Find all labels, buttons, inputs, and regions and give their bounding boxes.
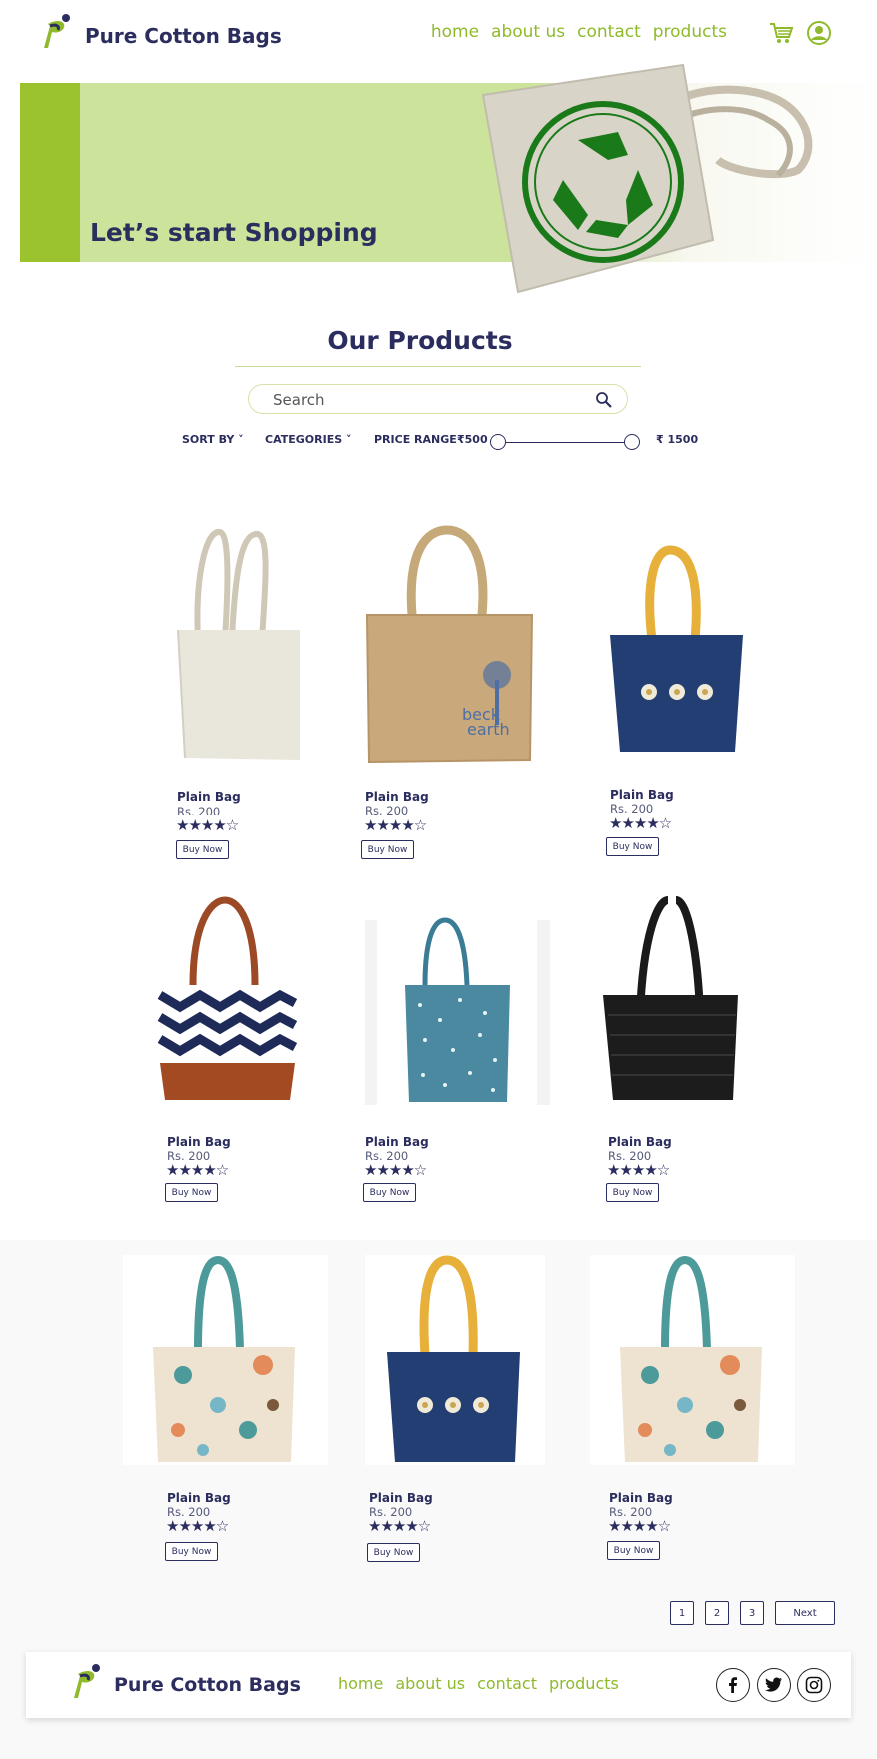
footer-nav-home[interactable]: home (338, 1674, 383, 1693)
product-image-navy-daisy-tote[interactable] (365, 1255, 545, 1465)
nav-about-us[interactable]: about us (491, 22, 565, 42)
product-name: Plain Bag (609, 1491, 673, 1505)
product-name: Plain Bag (365, 790, 429, 804)
buy-now-button[interactable]: Buy Now (606, 1183, 659, 1202)
twitter-icon[interactable] (757, 1668, 791, 1702)
product-image-floral-tote[interactable] (123, 1255, 328, 1465)
banner-tote-bag-image (481, 63, 813, 294)
product-name: Plain Bag (177, 790, 241, 804)
star-rating: ★★★★☆ (607, 1161, 670, 1179)
product-image-teal-dotted-tote[interactable] (365, 895, 550, 1105)
brand-logo-icon[interactable] (70, 1662, 106, 1702)
product-image-chevron-leather-tote[interactable] (155, 895, 305, 1105)
buy-now-button[interactable]: Buy Now (363, 1183, 416, 1202)
product-card: Plain Bag Rs. 200 ★★★★☆ Buy Now (600, 520, 760, 860)
product-image-black-woven-tote[interactable] (598, 895, 748, 1105)
filter-bar: SORT BY ˅ CATEGORIES ˅ PRICE RANGE ₹500 … (0, 433, 877, 453)
price-min-value: ₹500 (457, 433, 488, 446)
product-name: Plain Bag (608, 1135, 672, 1149)
product-name: Plain Bag (365, 1135, 429, 1149)
footer-nav-products[interactable]: products (549, 1674, 619, 1693)
buy-now-button[interactable]: Buy Now (165, 1542, 218, 1561)
footer-nav-about-us[interactable]: about us (395, 1674, 465, 1693)
product-image-floral-tote[interactable] (590, 1255, 795, 1465)
star-rating: ★★★★☆ (364, 816, 427, 834)
title-divider (235, 366, 641, 367)
buy-now-button[interactable]: Buy Now (165, 1183, 218, 1202)
facebook-icon[interactable] (716, 1668, 750, 1702)
product-name: Plain Bag (610, 788, 674, 802)
site-footer: Pure Cotton Bags home about us contact p… (26, 1652, 851, 1718)
buy-now-button[interactable]: Buy Now (607, 1541, 660, 1560)
product-price: Rs. 200 (177, 805, 221, 815)
product-image-navy-daisy-tote[interactable] (600, 520, 760, 770)
product-card: Plain Bag Rs. 200 ★★★★☆ Buy Now (598, 895, 748, 1205)
banner-accent-strip (20, 83, 80, 262)
footer-nav-contact[interactable]: contact (477, 1674, 537, 1693)
brand-logo-icon[interactable] (40, 12, 76, 52)
search-bar (248, 384, 628, 414)
nav-home[interactable]: home (431, 22, 479, 42)
buy-now-button[interactable]: Buy Now (367, 1543, 420, 1562)
star-rating: ★★★★☆ (609, 814, 672, 832)
product-card: Plain Bag Rs. 200 ★★★★☆ Buy Now (590, 1255, 795, 1565)
product-card: Plain Bag Rs. 200 ★★★★☆ Buy Now (365, 1255, 545, 1565)
buy-now-button[interactable]: Buy Now (176, 840, 229, 859)
cart-icon[interactable] (768, 20, 794, 46)
star-rating: ★★★★☆ (176, 816, 239, 834)
page-2-button[interactable]: 2 (705, 1601, 729, 1625)
product-name: Plain Bag (167, 1135, 231, 1149)
product-card: Plain Bag Rs. 200 ★★★★☆ Buy Now (123, 1255, 328, 1565)
banner-title: Let’s start Shopping (90, 218, 378, 247)
price-max-handle[interactable] (624, 434, 640, 450)
product-image-plain-cream-tote[interactable] (150, 520, 320, 770)
categories-dropdown[interactable]: CATEGORIES ˅ (265, 433, 351, 446)
buy-now-button[interactable]: Buy Now (361, 840, 414, 859)
nav-contact[interactable]: contact (577, 22, 641, 42)
main-nav: home about us contact products (431, 22, 727, 42)
svg-text:earth: earth (467, 720, 510, 739)
price-min-handle[interactable] (490, 434, 506, 450)
buy-now-button[interactable]: Buy Now (606, 837, 659, 856)
search-input[interactable] (273, 391, 573, 409)
star-rating: ★★★★☆ (166, 1161, 229, 1179)
star-rating: ★★★★☆ (608, 1517, 671, 1535)
star-rating: ★★★★☆ (166, 1517, 229, 1535)
page-3-button[interactable]: 3 (740, 1601, 764, 1625)
instagram-icon[interactable] (797, 1668, 831, 1702)
product-card: Plain Bag Rs. 200 ★★★★☆ Buy Now (363, 895, 550, 1205)
product-card: Plain Bag Rs. 200 ★★★★☆ Buy Now (155, 895, 305, 1205)
price-max-value: ₹ 1500 (656, 433, 699, 446)
page-1-button[interactable]: 1 (670, 1601, 694, 1625)
footer-nav: home about us contact products (338, 1674, 619, 1693)
brand-name[interactable]: Pure Cotton Bags (85, 24, 282, 48)
product-card: beck earth Plain Bag Rs. 200 ★★★★☆ Buy N… (357, 520, 537, 860)
price-range-slider[interactable] (496, 442, 634, 443)
next-page-button[interactable]: Next (775, 1601, 835, 1625)
products-section-title: Our Products (327, 326, 513, 355)
footer-brand-name[interactable]: Pure Cotton Bags (114, 1674, 301, 1696)
nav-products[interactable]: products (653, 22, 727, 42)
star-rating: ★★★★☆ (364, 1161, 427, 1179)
user-icon[interactable] (806, 20, 832, 46)
product-name: Plain Bag (167, 1491, 231, 1505)
product-name: Plain Bag (369, 1491, 433, 1505)
sort-by-dropdown[interactable]: SORT BY ˅ (182, 433, 244, 446)
search-icon[interactable] (595, 391, 613, 409)
product-image-jute-tote[interactable]: beck earth (357, 520, 537, 770)
price-range-label: PRICE RANGE (374, 433, 457, 446)
star-rating: ★★★★☆ (368, 1517, 431, 1535)
product-card: Plain Bag Rs. 200 ★★★★☆ Buy Now (150, 520, 320, 860)
